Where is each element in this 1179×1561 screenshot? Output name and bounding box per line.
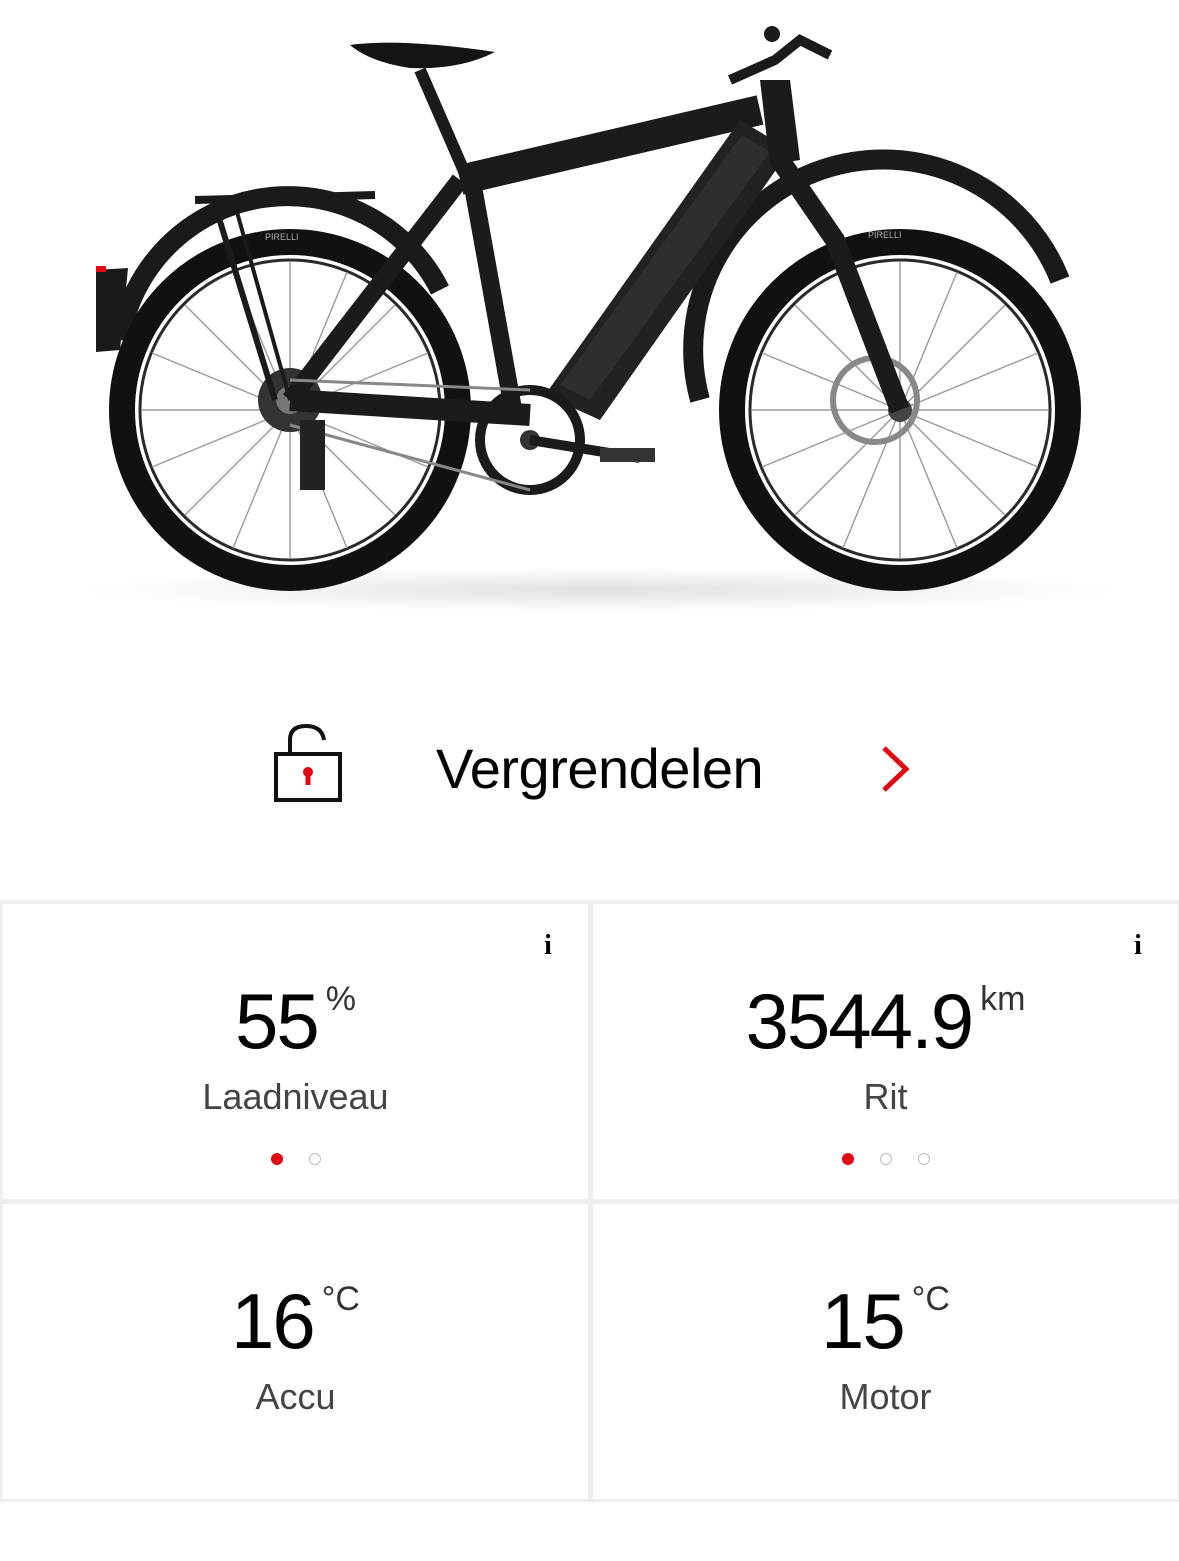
page-dot-active[interactable] bbox=[270, 1153, 283, 1165]
stat-value: 15 bbox=[821, 1277, 906, 1365]
info-icon[interactable]: i bbox=[1128, 932, 1148, 960]
stat-value: 3544.9 bbox=[745, 977, 975, 1065]
stat-tile-charge[interactable]: i 55% Laadniveau bbox=[3, 904, 588, 1199]
stat-value-row: 3544.9 km bbox=[593, 976, 1178, 1067]
stat-value: 16 bbox=[231, 1277, 316, 1365]
stat-label: Motor bbox=[839, 1376, 932, 1417]
bike-illustration: PIRELLI PIRELLI bbox=[80, 26, 1120, 612]
stat-unit: °C bbox=[321, 1280, 360, 1318]
tire-brand-front: PIRELLI bbox=[868, 230, 902, 240]
page-dot[interactable] bbox=[308, 1153, 321, 1165]
stat-unit: km bbox=[980, 980, 1026, 1018]
stat-value: 55 bbox=[235, 977, 320, 1065]
page-dot-active[interactable] bbox=[841, 1153, 854, 1165]
bike-image: PIRELLI PIRELLI bbox=[0, 0, 1179, 640]
stat-value-row: 15 °C bbox=[593, 1276, 1178, 1367]
page-indicator bbox=[3, 1152, 588, 1170]
stat-value-row: 55% bbox=[3, 976, 588, 1067]
padlock-open-icon[interactable] bbox=[270, 722, 346, 804]
stat-unit: % bbox=[325, 980, 356, 1018]
stat-tile-motor-temp[interactable]: 15 °C Motor bbox=[593, 1204, 1178, 1499]
lock-label[interactable]: Vergrendelen bbox=[436, 736, 764, 801]
chevron-right-icon[interactable] bbox=[878, 744, 912, 794]
stat-value-row: 16 °C bbox=[3, 1276, 588, 1367]
page-dot[interactable] bbox=[879, 1153, 892, 1165]
page-indicator bbox=[593, 1152, 1178, 1170]
stat-label: Accu bbox=[255, 1376, 336, 1417]
stat-tile-battery-temp[interactable]: 16 °C Accu bbox=[3, 1204, 588, 1499]
stat-label: Rit bbox=[863, 1076, 908, 1117]
tire-brand-rear: PIRELLI bbox=[265, 232, 299, 242]
info-icon[interactable]: i bbox=[538, 932, 558, 960]
stat-label: Laadniveau bbox=[202, 1076, 389, 1117]
stat-unit: °C bbox=[911, 1280, 950, 1318]
stat-tile-trip[interactable]: i 3544.9 km Rit bbox=[593, 904, 1178, 1199]
page-dot[interactable] bbox=[917, 1153, 930, 1165]
